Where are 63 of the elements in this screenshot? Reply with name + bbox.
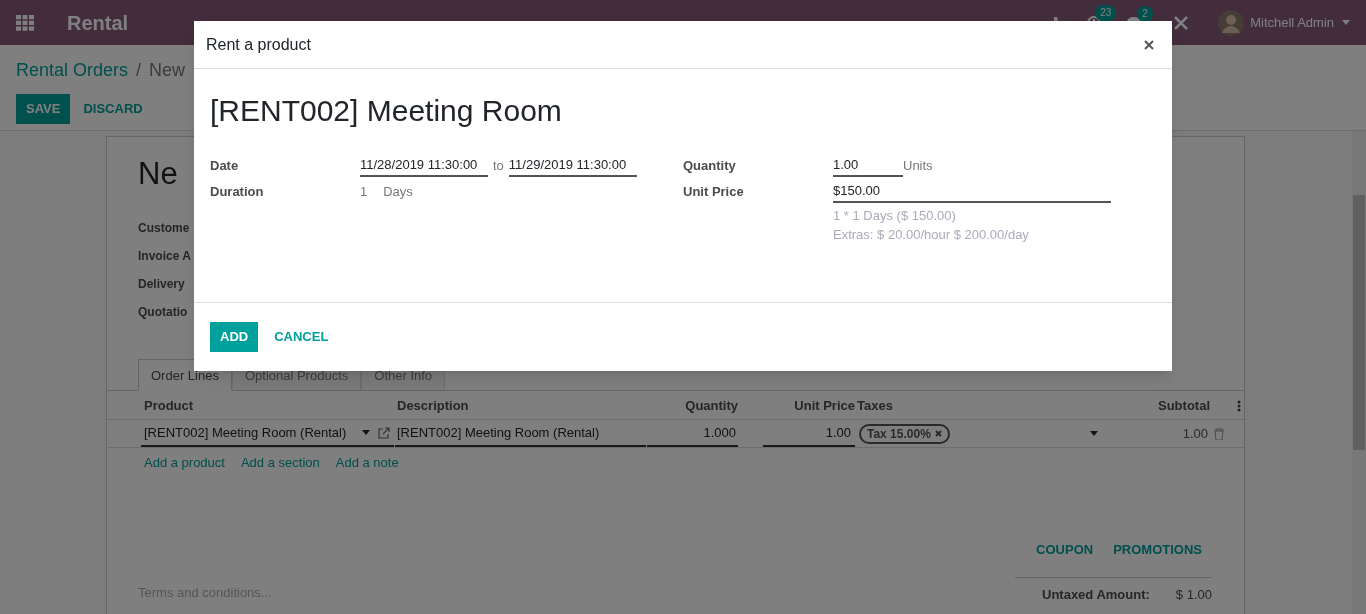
field-label: Date	[210, 156, 240, 175]
external-link-icon[interactable]	[378, 426, 390, 439]
subtotal-cell-text: 1.00	[1181, 424, 1208, 443]
cancel-button[interactable]: CANCEL	[258, 322, 345, 352]
column-header[interactable]: Subtotal	[1109, 396, 1211, 416]
user-menu[interactable]: Mitchell Admin	[1250, 12, 1350, 33]
remove-icon[interactable]	[934, 430, 942, 437]
add-line-link[interactable]: Add a note	[335, 453, 399, 473]
notification-badge: 23	[1095, 4, 1117, 21]
trash-icon[interactable]	[1214, 427, 1224, 440]
column-header[interactable]: Quantity	[648, 396, 739, 416]
price-note: 1 * 1 Days ($ 150.00)	[832, 207, 957, 225]
caret-icon	[1090, 431, 1098, 436]
add-line-link[interactable]: Add a section	[240, 453, 320, 473]
discard-button[interactable]: DISCARD	[71, 94, 155, 124]
add-line-link[interactable]: Add a product	[144, 453, 225, 473]
notification-badge: 2	[1137, 5, 1153, 22]
breadcrumb-current: New	[149, 59, 186, 82]
breadcrumb-link[interactable]: Rental Orders	[16, 57, 129, 84]
field-label: Quantity	[683, 156, 737, 175]
avatar[interactable]	[1218, 9, 1245, 36]
date-field[interactable]: 11/28/2019 11:30:00	[360, 154, 488, 177]
column-header[interactable]: Unit Price	[739, 396, 856, 416]
quantity-field[interactable]: 1.000	[647, 420, 738, 447]
app-name: Rental	[67, 10, 129, 36]
field-label: Custome	[138, 220, 190, 237]
unit-price-field[interactable]: 1.00	[763, 420, 855, 447]
duration-value: 1	[360, 183, 368, 202]
field-label: Quotatio	[138, 304, 188, 321]
quantity-field[interactable]: 1.00	[833, 154, 903, 177]
product-field[interactable]: [RENT002] Meeting Room (Rental)	[141, 420, 394, 447]
field-label: Invoice A	[138, 248, 191, 265]
more-options-icon[interactable]	[1237, 400, 1241, 412]
scrollbar[interactable]	[1352, 131, 1366, 614]
add-button[interactable]: ADD	[210, 322, 259, 352]
column-header[interactable]: Description	[396, 396, 648, 416]
apps-grid-icon[interactable]	[16, 14, 34, 31]
range-separator: to	[493, 156, 504, 175]
unit-price-field[interactable]: $150.00	[833, 181, 1111, 203]
breadcrumb-separator: /	[136, 59, 142, 82]
field-label: Delivery	[138, 276, 185, 293]
price-note: Extras: $ 20.00/hour $ 200.00/day	[832, 226, 1030, 244]
duration-unit: Days	[383, 183, 413, 202]
field-label: Unit Price	[683, 183, 745, 202]
promo-button[interactable]: COUPON	[1036, 540, 1094, 560]
date-field[interactable]: 11/29/2019 11:30:00	[508, 154, 637, 177]
caret-icon	[1342, 20, 1350, 25]
column-header[interactable]: Taxes	[856, 396, 1109, 416]
description-field[interactable]: [RENT002] Meeting Room (Rental)	[395, 420, 646, 447]
caret-icon	[362, 430, 370, 435]
column-header[interactable]: Product	[143, 396, 396, 416]
total-label: Untaxed Amount:	[1041, 586, 1150, 604]
taxes-field[interactable]: Tax 15.00%	[855, 420, 1108, 447]
close-icon[interactable]	[1144, 39, 1154, 50]
dialog-title: Rent a product	[206, 34, 312, 55]
save-button[interactable]: SAVE	[16, 94, 71, 124]
promo-button[interactable]: PROMOTIONS	[1113, 540, 1202, 560]
record-title: Ne	[138, 155, 178, 193]
quantity-unit: Units	[903, 156, 933, 175]
tax-tag[interactable]: Tax 15.00%	[859, 423, 950, 444]
total-value: $ 1.00	[1175, 586, 1212, 604]
product-title: [RENT002] Meeting Room	[210, 93, 563, 129]
field-label: Duration	[210, 183, 265, 202]
